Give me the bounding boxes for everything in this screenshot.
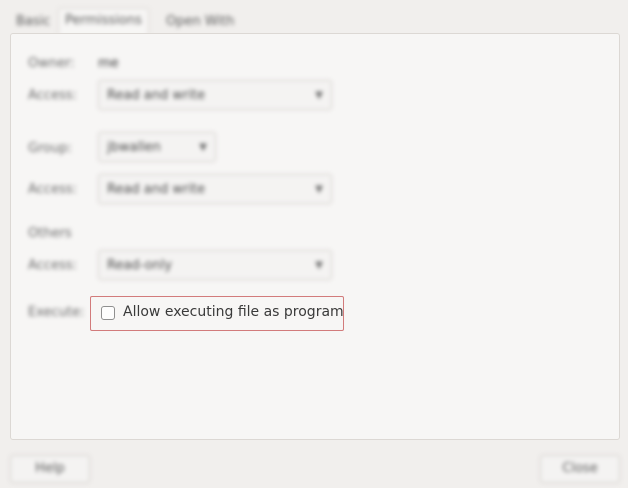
owner-access-value: Read and write	[107, 88, 206, 103]
execute-checkbox[interactable]	[101, 306, 115, 320]
help-button[interactable]: Help	[10, 455, 90, 483]
chevron-down-icon: ▼	[315, 260, 323, 271]
group-access-label: Access:	[28, 182, 77, 197]
owner-label: Owner:	[28, 56, 75, 71]
group-dropdown[interactable]: jbwallen ▼	[98, 132, 216, 162]
tab-bar: Basic Permissions Open With	[0, 0, 628, 35]
group-label: Group:	[28, 141, 72, 156]
tab-basic[interactable]: Basic	[10, 10, 56, 34]
others-label: Others	[28, 226, 72, 241]
owner-value: me	[98, 56, 119, 71]
owner-access-dropdown[interactable]: Read and write ▼	[98, 80, 332, 110]
group-access-value: Read and write	[107, 182, 206, 197]
chevron-down-icon: ▼	[315, 90, 323, 101]
execute-label: Execute:	[28, 305, 85, 320]
group-access-dropdown[interactable]: Read and write ▼	[98, 174, 332, 204]
others-access-dropdown[interactable]: Read-only ▼	[98, 250, 332, 280]
group-value: jbwallen	[107, 140, 161, 155]
close-button[interactable]: Close	[540, 455, 620, 483]
owner-access-label: Access:	[28, 88, 77, 103]
tab-open-with[interactable]: Open With	[160, 10, 240, 34]
others-access-value: Read-only	[107, 258, 173, 273]
execute-option[interactable]: Allow executing file as program	[90, 296, 344, 331]
chevron-down-icon: ▼	[199, 142, 207, 153]
chevron-down-icon: ▼	[315, 184, 323, 195]
tab-permissions[interactable]: Permissions	[58, 8, 149, 35]
others-access-label: Access:	[28, 258, 77, 273]
execute-checkbox-label[interactable]: Allow executing file as program	[123, 304, 344, 320]
